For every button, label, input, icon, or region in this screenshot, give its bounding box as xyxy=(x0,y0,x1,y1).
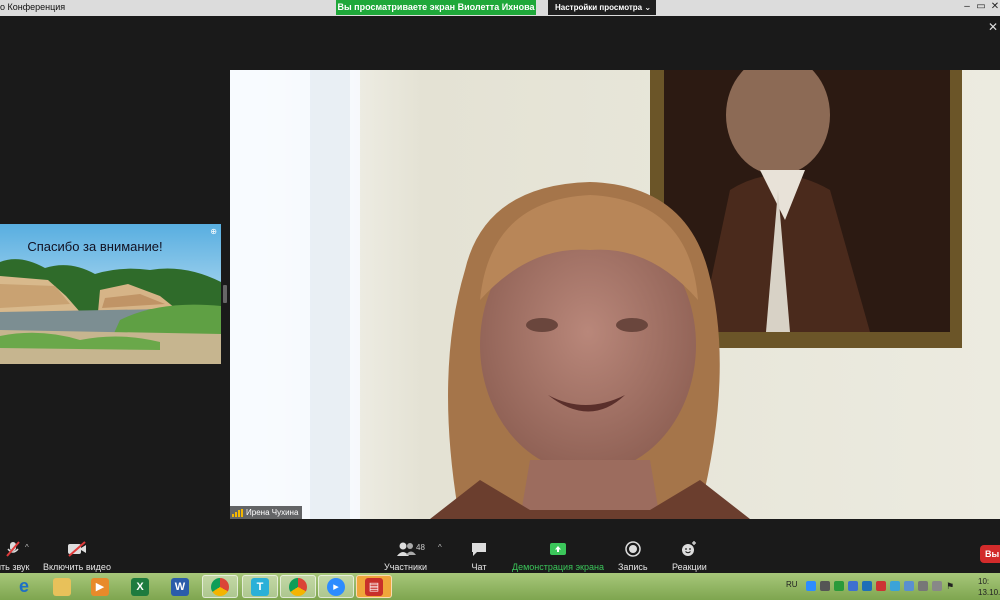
share-screen-icon xyxy=(549,539,567,559)
minimize-icon[interactable]: – xyxy=(960,1,974,13)
zoom-tray-icon[interactable] xyxy=(806,581,816,591)
monitor-icon[interactable] xyxy=(918,581,928,591)
thumbnail-options-icon[interactable]: ⊕ xyxy=(210,227,217,236)
flag-icon[interactable]: ⚑ xyxy=(946,581,956,591)
system-tray: ⚑ xyxy=(806,581,956,591)
zoom-window: o Конференция – ▭ ✕ Вы просматриваете эк… xyxy=(0,0,1000,600)
excel-icon: X xyxy=(131,577,149,596)
close-window-icon[interactable]: ✕ xyxy=(988,1,1000,13)
share-screen-label: Демонстрация экрана xyxy=(512,562,604,572)
main-video: Ирена Чухина xyxy=(230,70,1000,519)
tray-icon-2[interactable] xyxy=(820,581,830,591)
audio-label: ить звук xyxy=(0,562,30,572)
participant-video-frame xyxy=(230,70,1000,519)
window-title: o Конференция xyxy=(0,2,66,12)
screen-share-banner: Вы просматриваете экран Виолетта Ихнова xyxy=(336,0,536,15)
taskbar-chrome-1[interactable] xyxy=(202,575,238,598)
tray-icon-3[interactable] xyxy=(834,581,844,591)
chat-button[interactable]: Чат xyxy=(470,539,488,572)
tray-icon-7[interactable] xyxy=(890,581,900,591)
tray-icon-5[interactable] xyxy=(862,581,872,591)
chat-label: Чат xyxy=(471,562,487,572)
view-settings-button[interactable]: Настройки просмотра ⌄ xyxy=(548,0,656,15)
taskbar-app-t[interactable]: T xyxy=(242,575,278,598)
taskbar-excel[interactable]: X xyxy=(122,575,158,598)
shared-screen-thumbnail[interactable]: Спасибо за внимание! ⊕ xyxy=(0,224,221,364)
participant-name-tag: Ирена Чухина xyxy=(230,506,303,519)
taskbar-chrome-2[interactable] xyxy=(280,575,316,598)
chrome-icon xyxy=(211,577,229,596)
word-icon: W xyxy=(171,577,189,596)
tray-icon-6[interactable] xyxy=(876,581,886,591)
media-player-icon: ▶ xyxy=(91,577,109,596)
zoom-icon: ▸ xyxy=(327,577,345,596)
slide-title: Спасибо за внимание! xyxy=(27,239,163,254)
taskbar-explorer[interactable] xyxy=(44,575,80,598)
participants-count: 48 xyxy=(416,543,425,552)
record-button[interactable]: Запись xyxy=(618,539,648,572)
maximize-icon[interactable]: ▭ xyxy=(974,1,988,13)
participants-options-caret[interactable]: ^ xyxy=(438,543,442,552)
presentation-icon: ▤ xyxy=(365,577,383,596)
chat-icon xyxy=(470,539,488,559)
taskbar-presentation[interactable]: ▤ xyxy=(356,575,392,598)
video-off-icon xyxy=(66,539,88,559)
participants-label: Участники xyxy=(384,562,427,572)
folder-icon xyxy=(53,577,71,596)
share-screen-button[interactable]: Демонстрация экрана xyxy=(512,539,604,572)
taskbar-word[interactable]: W xyxy=(162,575,198,598)
taskbar-zoom[interactable]: ▸ xyxy=(318,575,354,598)
reactions-label: Реакции xyxy=(672,562,707,572)
end-meeting-button[interactable]: Вы xyxy=(980,545,1000,563)
clock[interactable]: 10: 13.10. xyxy=(978,576,1000,598)
participants-icon xyxy=(395,539,417,559)
volume-icon[interactable] xyxy=(932,581,942,591)
signal-icon xyxy=(232,508,243,517)
participant-name: Ирена Чухина xyxy=(246,508,299,517)
mic-muted-icon xyxy=(4,539,22,559)
windows-taskbar: e ▶ X W T ▸ ▤ RU ⚑ 10: 13.10. xyxy=(0,573,1000,600)
clock-time: 10: xyxy=(978,577,990,586)
reactions-button[interactable]: Реакции xyxy=(672,539,707,572)
tray-icon-8[interactable] xyxy=(904,581,914,591)
start-button[interactable]: e xyxy=(6,575,42,598)
tray-icon-4[interactable] xyxy=(848,581,858,591)
app-t-icon: T xyxy=(251,577,269,596)
taskbar-media-player[interactable]: ▶ xyxy=(82,575,118,598)
record-icon xyxy=(624,539,642,559)
audio-options-caret[interactable]: ^ xyxy=(25,543,29,552)
video-button[interactable]: Включить видео xyxy=(43,539,111,572)
language-indicator[interactable]: RU xyxy=(786,580,798,589)
ie-icon: e xyxy=(18,576,29,596)
video-label: Включить видео xyxy=(43,562,111,572)
close-icon[interactable]: ✕ xyxy=(988,20,998,34)
chrome-icon xyxy=(289,577,307,596)
reactions-icon xyxy=(680,539,698,559)
record-label: Запись xyxy=(618,562,648,572)
clock-date: 13.10. xyxy=(978,588,1000,597)
resize-handle[interactable] xyxy=(223,285,227,303)
meeting-toolbar: ить звук ^ Включить видео Участники 48 ^… xyxy=(0,535,1000,573)
